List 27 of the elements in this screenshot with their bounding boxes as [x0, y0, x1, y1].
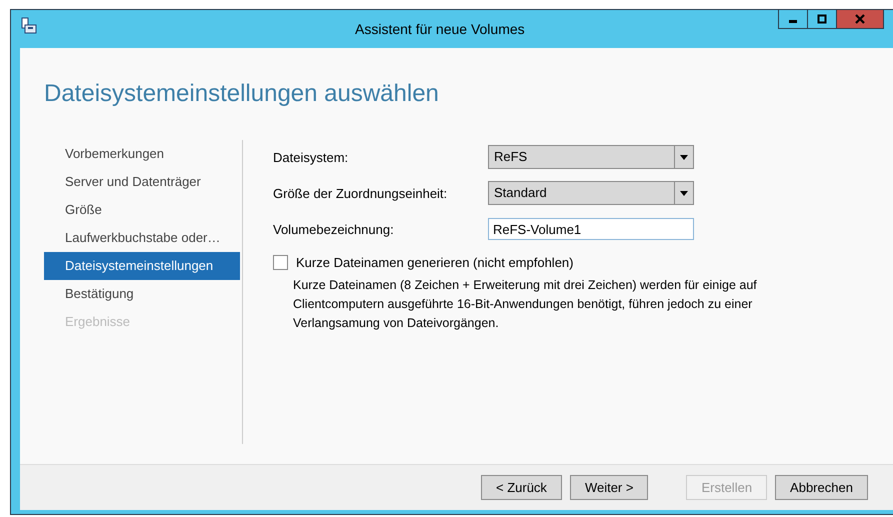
maximize-icon [817, 14, 827, 24]
page-heading: Dateisystemeinstellungen auswählen [43, 79, 440, 109]
wizard-button[interactable]: < Zurück [481, 475, 562, 500]
checkbox-label[interactable]: Kurze Dateinamen generieren (nicht empfohlen) [296, 255, 574, 270]
minimize-button[interactable] [778, 9, 808, 29]
caret-icon [680, 190, 688, 196]
input-field[interactable]: ReFS-Volume1 [488, 218, 694, 240]
close-icon [855, 14, 865, 24]
close-button[interactable] [836, 9, 884, 29]
wizard-step[interactable]: Vorbemerkungen [44, 140, 240, 168]
checkbox[interactable] [273, 255, 288, 270]
caret-icon [680, 154, 688, 160]
field-label: Volumebezeichnung: [273, 222, 395, 236]
description-text: Kurze Dateinamen (8 Zeichen + Erweiterung mit drei Zeichen) werden für einige auf Clientcomputern ausgeführte 16-Bit-Anwendungen benötigt, führen jedoch zu einer Verlangsamung von Dateivorgängen. [293, 277, 758, 332]
wizard-button[interactable]: Abbrechen [775, 475, 868, 500]
wizard-step[interactable]: Größe [44, 196, 240, 224]
wizard-button[interactable]: Weiter > [570, 475, 648, 500]
server-icon [21, 17, 37, 35]
wizard-step[interactable]: Server und Datenträger [44, 168, 240, 196]
field-label: Dateisystem: [273, 150, 350, 164]
dropdown[interactable]: Standard [488, 181, 694, 205]
field-label: Größe der Zuordnungseinheit: [273, 186, 448, 200]
window-title: Assistent für neue Volumes [355, 21, 525, 37]
dropdown[interactable]: ReFS [488, 145, 694, 169]
wizard-step[interactable]: Laufwerkbuchstabe oder… [44, 224, 240, 252]
wizard-step[interactable]: Bestätigung [44, 280, 240, 308]
wizard-step[interactable]: Dateisystemeinstellungen [44, 252, 240, 280]
